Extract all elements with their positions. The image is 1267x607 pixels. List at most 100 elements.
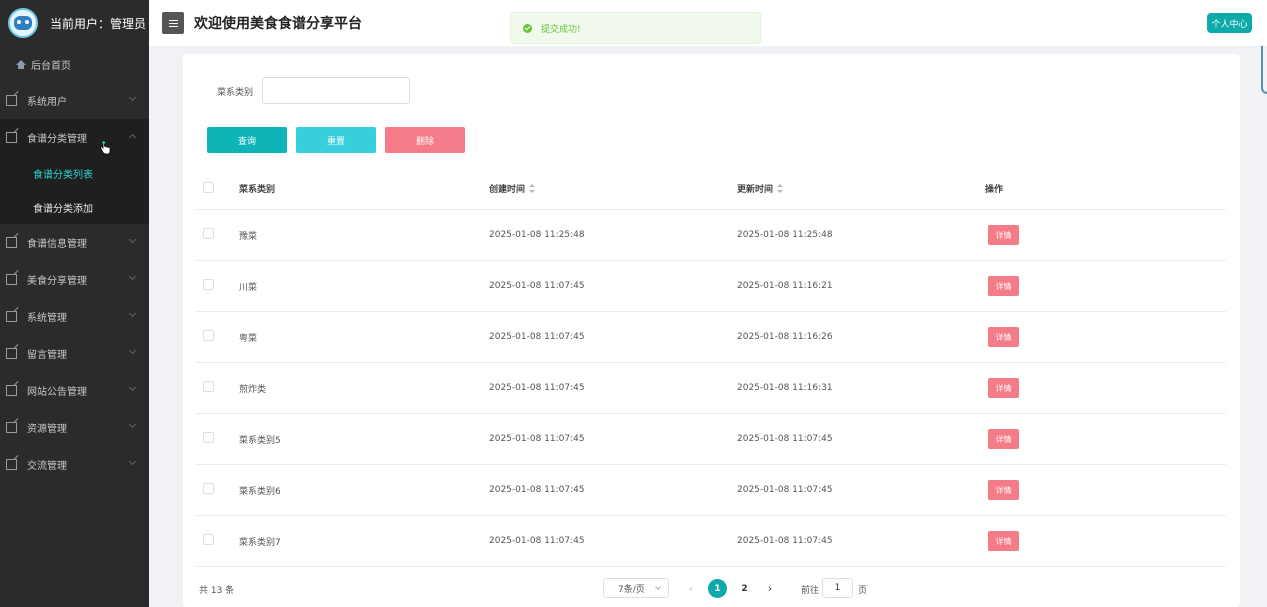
edit-icon [6,311,17,322]
current-user-label: 当前用户：管理员 [50,16,147,31]
sidebar-item-system-manage[interactable]: 系统管理 [0,298,149,335]
edit-icon [6,95,17,106]
sidebar-item-system-users[interactable]: 系统用户 [0,82,149,119]
cell-updated: 2025-01-08 11:16:21 [737,281,833,291]
toast-message: 提交成功! [541,24,581,35]
cell-name: 菜系类别5 [239,435,281,446]
edit-icon [6,459,17,470]
cell-updated: 2025-01-08 11:25:48 [737,230,833,240]
table-row: 川菜 2025-01-08 11:07:45 2025-01-08 11:16:… [196,261,1226,312]
cell-created: 2025-01-08 11:07:45 [489,536,585,546]
delete-button[interactable]: 删除 [385,127,465,153]
sidebar-item-label: 留言管理 [27,350,67,361]
chevron-down-icon [128,420,137,429]
next-page-button[interactable]: › [760,578,780,598]
category-search-input[interactable] [262,77,410,104]
robot-avatar-icon [8,8,38,38]
menu-toggle-icon[interactable] [162,12,184,34]
page-1-button[interactable]: 1 [708,579,727,598]
profile-button[interactable]: 个人中心 [1207,13,1252,33]
cell-name: 粤菜 [239,333,258,344]
chevron-up-icon [128,133,137,142]
goto-page-input[interactable]: 1 [822,578,853,598]
chevron-down-icon [128,457,137,466]
sidebar-item-food-share[interactable]: 美食分享管理 [0,261,149,298]
cell-updated: 2025-01-08 11:07:45 [737,536,833,546]
success-toast: 提交成功! [510,12,761,44]
cell-updated: 2025-01-08 11:16:31 [737,383,833,393]
page-title: 欢迎使用美食食谱分享平台 [194,16,362,32]
sidebar-item-label: 后台首页 [31,60,71,72]
sidebar-item-resources[interactable]: 资源管理 [0,409,149,446]
table-header: 菜系类别 创建时间 更新时间 操作 [196,168,1226,210]
chevron-down-icon [128,383,137,392]
select-all-checkbox[interactable] [203,181,214,193]
row-checkbox[interactable] [203,330,214,341]
query-button[interactable]: 查询 [207,127,287,153]
home-icon [16,59,26,69]
page-2-button[interactable]: 2 [735,579,754,598]
row-checkbox[interactable] [203,279,214,290]
page-size-value: 7条/页 [618,584,645,595]
sidebar-item-announcements[interactable]: 网站公告管理 [0,372,149,409]
sidebar-item-label: 系统管理 [27,313,67,324]
detail-button[interactable]: 详情 [988,429,1019,449]
row-checkbox[interactable] [203,483,214,494]
sidebar-item-label: 美食分享管理 [27,276,87,287]
table-row: 菜系类别7 2025-01-08 11:07:45 2025-01-08 11:… [196,516,1226,567]
sidebar-item-label: 食谱分类管理 [27,134,87,145]
edit-icon [6,348,17,359]
sidebar-item-home[interactable]: 后台首页 [0,46,149,82]
row-checkbox[interactable] [203,432,214,443]
submenu-item-category-list[interactable]: 食谱分类列表 [0,156,149,190]
total-count: 共 13 条 [199,586,235,596]
sidebar-item-recipe-category[interactable]: 食谱分类管理 [0,119,149,156]
reset-button[interactable]: 重置 [296,127,376,153]
search-label: 菜系类别 [217,88,254,98]
column-header-label: 更新时间 [737,185,774,195]
check-circle-icon [523,23,532,33]
sidebar-item-recipe-info[interactable]: 食谱信息管理 [0,224,149,261]
sort-icon[interactable] [529,184,536,193]
cell-created: 2025-01-08 11:07:45 [489,383,585,393]
sidebar-item-messages[interactable]: 留言管理 [0,335,149,372]
content-card: 菜系类别 查询 重置 删除 菜系类别 创建时间 更新时间 操作 豫菜 2025-… [183,54,1240,607]
submenu-item-category-add[interactable]: 食谱分类添加 [0,190,149,224]
page-size-select[interactable]: 7条/页 [603,578,669,598]
sidebar-item-label: 网站公告管理 [27,387,87,398]
cell-name: 豫菜 [239,231,258,242]
table-row: 煎炸类 2025-01-08 11:07:45 2025-01-08 11:16… [196,363,1226,414]
table-row: 菜系类别5 2025-01-08 11:07:45 2025-01-08 11:… [196,414,1226,465]
column-header-name: 菜系类别 [239,185,276,195]
detail-button[interactable]: 详情 [988,378,1019,398]
column-header-updated[interactable]: 更新时间 [737,182,985,195]
side-handle[interactable] [1261,46,1267,94]
row-checkbox[interactable] [203,534,214,545]
table-row: 粤菜 2025-01-08 11:07:45 2025-01-08 11:16:… [196,312,1226,363]
goto-suffix: 页 [858,586,868,596]
row-checkbox[interactable] [203,228,214,239]
detail-button[interactable]: 详情 [988,225,1019,245]
detail-button[interactable]: 详情 [988,480,1019,500]
column-header-created[interactable]: 创建时间 [489,182,737,195]
sidebar-item-communication[interactable]: 交流管理 [0,446,149,483]
user-bar: 当前用户：管理员 [0,0,149,46]
cell-created: 2025-01-08 11:07:45 [489,434,585,444]
chevron-down-icon [128,235,137,244]
cell-name: 菜系类别7 [239,537,281,548]
row-checkbox[interactable] [203,381,214,392]
table-row: 菜系类别6 2025-01-08 11:07:45 2025-01-08 11:… [196,465,1226,516]
chevron-down-icon [128,309,137,318]
cell-created: 2025-01-08 11:07:45 [489,485,585,495]
prev-page-button[interactable]: ‹ [681,578,701,598]
column-header-ops: 操作 [985,185,1004,195]
cell-name: 川菜 [239,282,258,293]
cell-created: 2025-01-08 11:07:45 [489,332,585,342]
detail-button[interactable]: 详情 [988,327,1019,347]
table-row: 豫菜 2025-01-08 11:25:48 2025-01-08 11:25:… [196,210,1226,261]
sort-icon[interactable] [777,184,784,193]
detail-button[interactable]: 详情 [988,531,1019,551]
column-header-label: 创建时间 [489,185,526,195]
detail-button[interactable]: 详情 [988,276,1019,296]
edit-icon [6,132,17,143]
